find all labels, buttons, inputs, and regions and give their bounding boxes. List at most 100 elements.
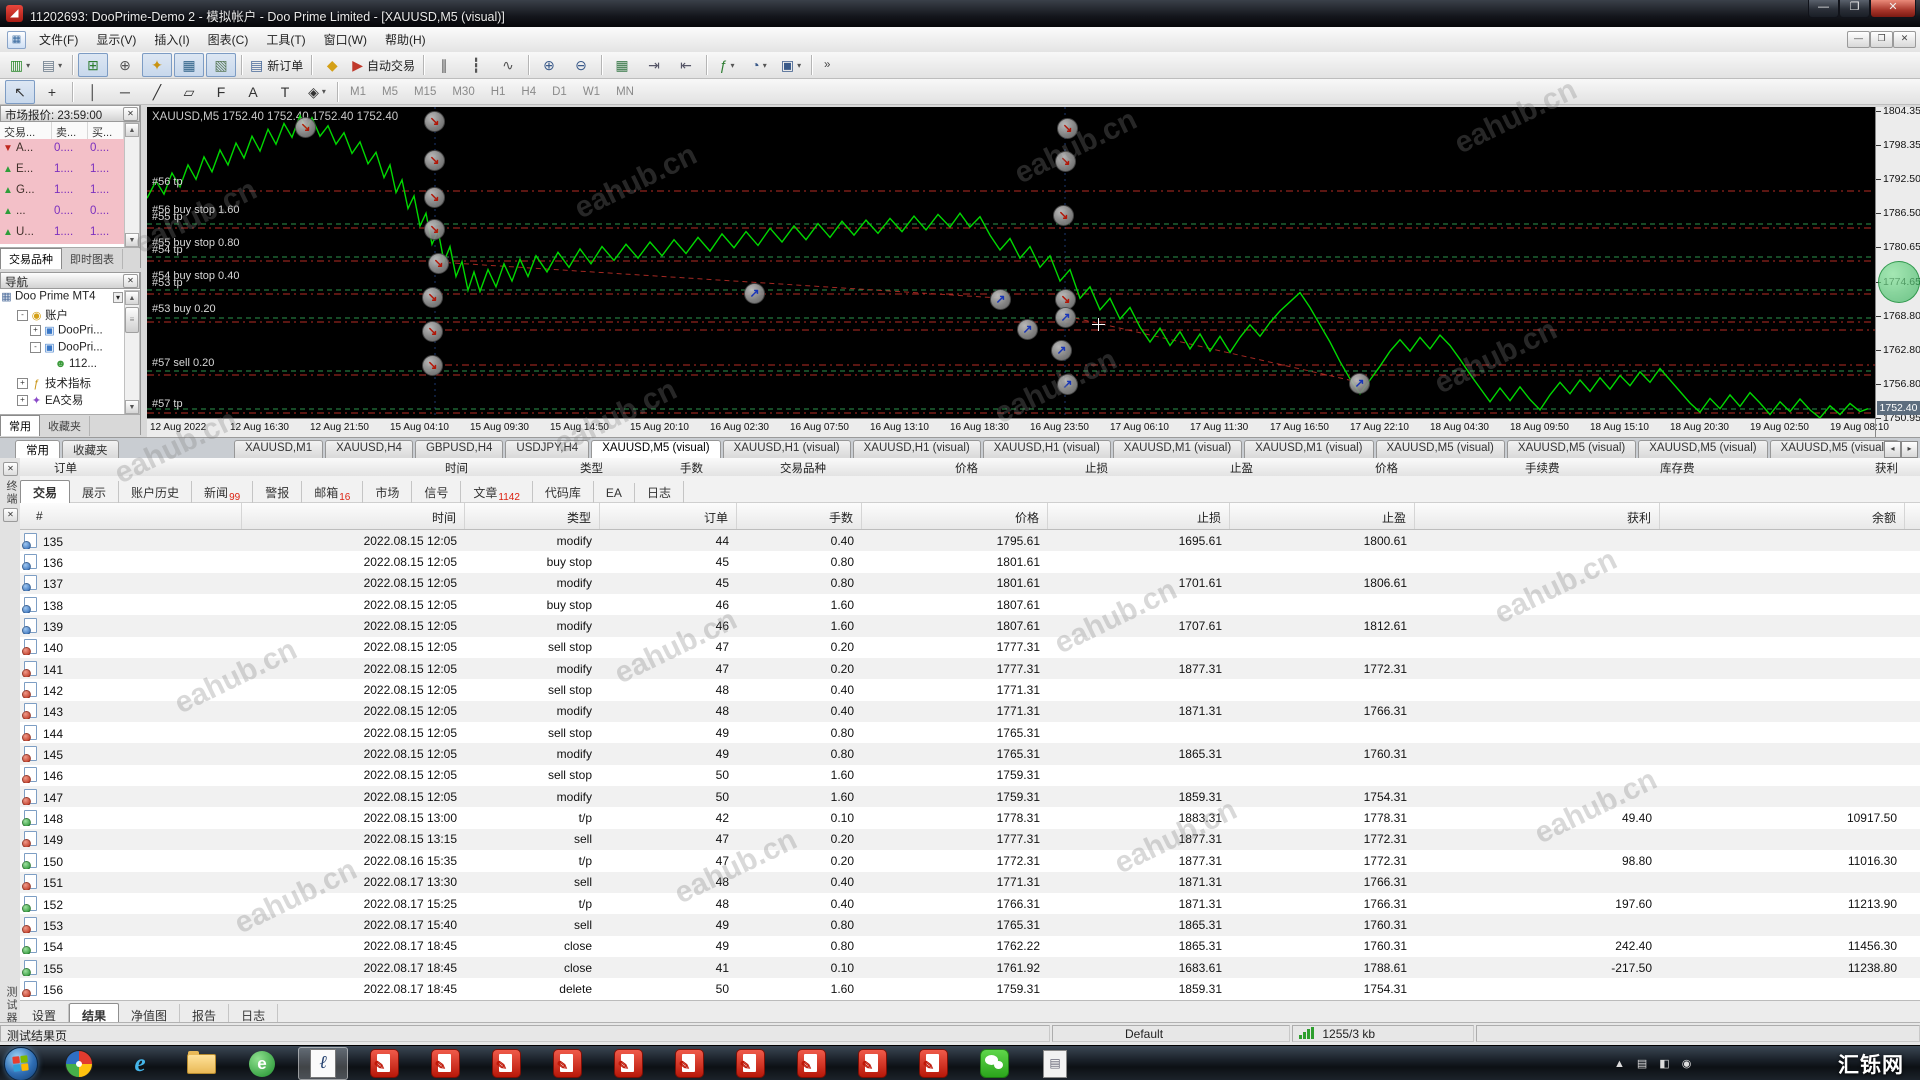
child-minimize-button[interactable]: — bbox=[1847, 31, 1870, 48]
column-header-订单[interactable]: 订单 bbox=[600, 503, 737, 529]
table-row[interactable]: 1502022.08.16 15:35t/p470.201772.311877.… bbox=[20, 850, 1920, 871]
line-chart-button[interactable]: ∿ bbox=[493, 53, 523, 77]
column-header-#[interactable]: # bbox=[20, 503, 242, 529]
market-watch-row[interactable]: ▲E...1....1.... bbox=[0, 160, 124, 182]
table-row[interactable]: 1422022.08.15 12:05sell stop480.401771.3… bbox=[20, 679, 1920, 700]
chart-tab[interactable]: XAUUSD,H1 (visual) bbox=[723, 440, 851, 460]
table-row[interactable]: 1432022.08.15 12:05modify480.401771.3118… bbox=[20, 701, 1920, 722]
tray-icon[interactable]: ▤ bbox=[1637, 1057, 1647, 1070]
collapse-icon[interactable]: - bbox=[17, 310, 28, 321]
fibonacci-tool[interactable]: F bbox=[206, 80, 236, 104]
terminal-tab-代码库[interactable]: 代码库 bbox=[533, 481, 594, 504]
close-button[interactable]: ✕ bbox=[1870, 0, 1916, 18]
tabs-scroll-right-icon[interactable]: ▸ bbox=[1901, 441, 1918, 458]
tray-icon[interactable]: ▲ bbox=[1614, 1058, 1625, 1070]
cursor-tool[interactable]: ↖ bbox=[5, 80, 35, 104]
new-chart-button[interactable]: ▥▾ bbox=[5, 53, 35, 77]
market-watch-row[interactable]: ▲U...1....1.... bbox=[0, 223, 124, 245]
chart-tab[interactable]: XAUUSD,M5 (visual) bbox=[1638, 440, 1767, 460]
table-row[interactable]: 1472022.08.15 12:05modify501.601759.3118… bbox=[20, 786, 1920, 807]
start-button[interactable] bbox=[4, 1047, 38, 1080]
terminal-tab-市场[interactable]: 市场 bbox=[363, 481, 412, 504]
menu-帮助(H)[interactable]: 帮助(H) bbox=[376, 27, 435, 52]
navigator-scrollbar[interactable]: ▲≡▼ bbox=[124, 290, 140, 415]
navigator-dropdown-icon[interactable]: ▾ bbox=[113, 292, 123, 303]
market-watch-row[interactable]: ▲G...1....1.... bbox=[0, 181, 124, 203]
table-row[interactable]: 1382022.08.15 12:05buy stop461.601807.61 bbox=[20, 594, 1920, 615]
zoom-out-button[interactable]: ⊖ bbox=[566, 53, 596, 77]
pinwheel-app[interactable] bbox=[54, 1047, 104, 1080]
chart-tab[interactable]: XAUUSD,H1 (visual) bbox=[983, 440, 1111, 460]
text-tool[interactable]: A bbox=[238, 80, 268, 104]
wechat[interactable] bbox=[969, 1047, 1019, 1080]
market-watch-scrollbar[interactable]: ▲▼ bbox=[124, 122, 140, 248]
table-row[interactable]: 1352022.08.15 12:05modify440.401795.6116… bbox=[20, 530, 1920, 551]
chart-area[interactable]: XAUUSD,M5 1752.40 1752.40 1752.40 1752.4… bbox=[147, 107, 1875, 418]
bar-chart-button[interactable]: ∥ bbox=[429, 53, 459, 77]
table-row[interactable]: 1442022.08.15 12:05sell stop490.801765.3… bbox=[20, 722, 1920, 743]
period-D1[interactable]: D1 bbox=[545, 83, 574, 101]
mt4-instance[interactable]: ✎ bbox=[725, 1047, 775, 1080]
terminal-tab-账户历史[interactable]: 账户历史 bbox=[119, 481, 192, 504]
mt4-instance[interactable]: ✎ bbox=[847, 1047, 897, 1080]
expand-icon[interactable]: + bbox=[17, 395, 28, 406]
menu-工具(T)[interactable]: 工具(T) bbox=[257, 27, 314, 52]
table-row[interactable]: 1412022.08.15 12:05modify470.201777.3118… bbox=[20, 658, 1920, 679]
chart-tab[interactable]: USDJPY,H4 bbox=[505, 440, 589, 460]
trendline-tool[interactable]: ╱ bbox=[142, 80, 172, 104]
navigator-item-EA交易[interactable]: +✦EA交易 bbox=[0, 392, 124, 409]
periods-button[interactable]: ◔▾ bbox=[744, 53, 774, 77]
tabs-scroll-left-icon[interactable]: ◂ bbox=[1884, 441, 1901, 458]
terminal-toggle[interactable]: ▦ bbox=[174, 53, 204, 77]
status-profile[interactable]: Default bbox=[1052, 1025, 1290, 1042]
period-W1[interactable]: W1 bbox=[576, 83, 607, 101]
navigator-close-icon[interactable]: ✕ bbox=[123, 274, 138, 288]
chart-tab[interactable]: XAUUSD,M5 (visual) bbox=[1376, 440, 1505, 460]
terminal-close-icon[interactable]: ✕ bbox=[3, 462, 18, 476]
mt4-instance[interactable]: ✎ bbox=[664, 1047, 714, 1080]
market-watch-close-icon[interactable]: ✕ bbox=[123, 107, 138, 121]
navigator-tab-收藏夹[interactable]: 收藏夹 bbox=[62, 440, 119, 460]
market-watch-row[interactable]: ▼A...0....0.... bbox=[0, 139, 124, 161]
templates-button[interactable]: ▣▾ bbox=[776, 53, 806, 77]
terminal-tab-展示[interactable]: 展示 bbox=[70, 481, 119, 504]
navigator-toggle[interactable]: ✦ bbox=[142, 53, 172, 77]
zoom-in-button[interactable]: ⊕ bbox=[534, 53, 564, 77]
period-H4[interactable]: H4 bbox=[514, 83, 543, 101]
terminal-tab-交易[interactable]: 交易 bbox=[20, 480, 70, 504]
period-MN[interactable]: MN bbox=[609, 83, 641, 101]
notes-app[interactable]: ▤ bbox=[1030, 1047, 1080, 1080]
candlestick-button[interactable]: ┇ bbox=[461, 53, 491, 77]
column-header-余额[interactable]: 余额 bbox=[1660, 503, 1905, 529]
chart-tab[interactable]: XAUUSD,M1 bbox=[234, 440, 323, 460]
table-row[interactable]: 1392022.08.15 12:05modify461.601807.6117… bbox=[20, 615, 1920, 636]
tester-close-icon[interactable]: ✕ bbox=[3, 508, 18, 522]
menu-窗口(W)[interactable]: 窗口(W) bbox=[315, 27, 376, 52]
minimize-button[interactable]: — bbox=[1808, 0, 1839, 18]
toolbar-overflow[interactable]: » bbox=[817, 56, 837, 74]
table-row[interactable]: 1462022.08.15 12:05sell stop501.601759.3… bbox=[20, 765, 1920, 786]
column-header-止盈[interactable]: 止盈 bbox=[1230, 503, 1415, 529]
chart-tab[interactable]: XAUUSD,M5 (visual) bbox=[1507, 440, 1636, 460]
table-row[interactable]: 1542022.08.17 18:45close490.801762.22186… bbox=[20, 936, 1920, 957]
menu-插入(I)[interactable]: 插入(I) bbox=[145, 27, 198, 52]
column-header-止损[interactable]: 止损 bbox=[1048, 503, 1230, 529]
chart-tab[interactable]: GBPUSD,H4 bbox=[415, 440, 503, 460]
mt4-instance[interactable]: ✎ bbox=[786, 1047, 836, 1080]
market-watch-row[interactable]: ▲...0....0.... bbox=[0, 202, 124, 224]
chart-tab[interactable]: XAUUSD,H1 (visual) bbox=[853, 440, 981, 460]
file-explorer[interactable] bbox=[176, 1047, 226, 1080]
crosshair-tool[interactable]: + bbox=[37, 80, 67, 104]
table-row[interactable]: 1452022.08.15 12:05modify490.801765.3118… bbox=[20, 743, 1920, 764]
market-watch-tab-即时图表[interactable]: 即时图表 bbox=[62, 249, 123, 269]
expand-icon[interactable]: + bbox=[30, 325, 41, 336]
child-restore-button[interactable]: ❐ bbox=[1870, 31, 1893, 48]
maximize-button[interactable]: ❐ bbox=[1839, 0, 1870, 18]
period-M15[interactable]: M15 bbox=[407, 83, 443, 101]
table-row[interactable]: 1362022.08.15 12:05buy stop450.801801.61 bbox=[20, 551, 1920, 572]
profiles-button[interactable]: ▤▾ bbox=[37, 53, 67, 77]
table-row[interactable]: 1522022.08.17 15:25t/p480.401766.311871.… bbox=[20, 893, 1920, 914]
table-row[interactable]: 1562022.08.17 18:45delete501.601759.3118… bbox=[20, 978, 1920, 999]
period-H1[interactable]: H1 bbox=[484, 83, 513, 101]
column-header-手数[interactable]: 手数 bbox=[737, 503, 862, 529]
